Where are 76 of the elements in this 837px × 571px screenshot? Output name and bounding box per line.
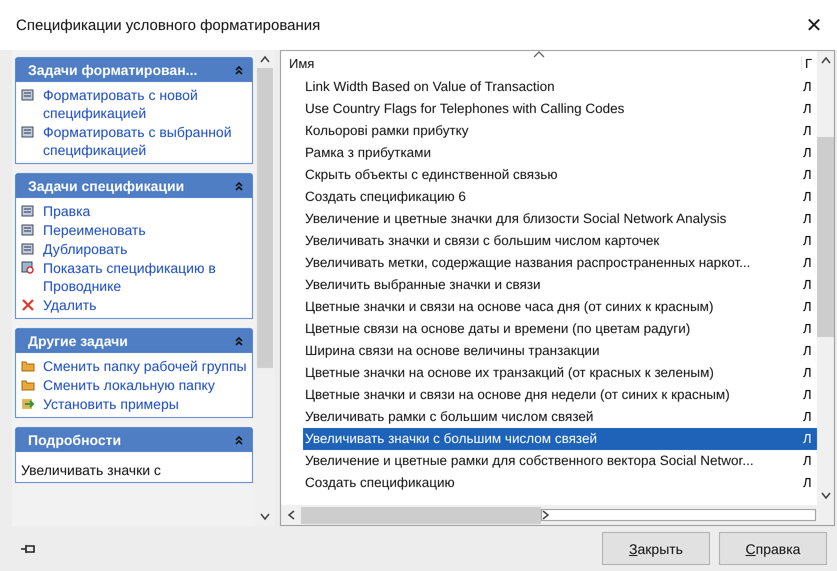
list-item[interactable]: Увеличивать рамки с большим числом связей: [281, 406, 802, 428]
pane-title: Другие задачи: [28, 333, 128, 349]
list-item[interactable]: Увеличивать метки, содержащие названия распространенных наркот...: [281, 252, 802, 274]
list-item[interactable]: Скрыть объекты с единственной связью: [281, 164, 802, 186]
task-link[interactable]: Переименовать: [43, 221, 146, 239]
document-icon: [21, 125, 35, 139]
table-cell-text: Л: [802, 210, 813, 228]
pane-title: Задачи спецификации: [28, 178, 184, 194]
table-cell-text: Л: [802, 342, 813, 360]
folder-icon: [21, 378, 35, 392]
table-cell-text: Л: [802, 144, 813, 162]
document-icon: [21, 223, 35, 237]
collapse-icon[interactable]: [234, 435, 244, 445]
list-item[interactable]: Ширина связи на основе величины транзакции: [281, 340, 802, 362]
document-icon: [21, 88, 35, 102]
window-title: Спецификации условного форматирования: [16, 16, 320, 34]
table-cell-text: Л: [802, 298, 813, 316]
table-cell-text: Л: [802, 474, 813, 492]
column-header[interactable]: Имя: [281, 56, 801, 70]
magnifier-icon: [21, 261, 35, 275]
task-link[interactable]: Форматировать с выбранной спецификацией: [43, 123, 248, 159]
list-item[interactable]: Цветные значки и связи на основе часа дня (от синих к красным): [281, 296, 802, 318]
task-link[interactable]: Удалить: [43, 296, 96, 314]
table-cell-text: Л: [802, 232, 813, 250]
list-item[interactable]: Use Country Flags for Telephones with Calling Codes: [281, 98, 802, 120]
table-cell-text: Л: [802, 166, 813, 184]
table-cell-text: Л: [802, 386, 813, 404]
task-link[interactable]: Сменить локальную папку: [43, 376, 215, 394]
table-cell-text: Л: [802, 78, 813, 96]
list-item[interactable]: Увеличивать значки и связи с большим числом карточек: [281, 230, 802, 252]
list-item[interactable]: Цветные значки и связи на основе дня недели (от синих к красным): [281, 384, 802, 406]
table-cell-text: Л: [802, 100, 813, 118]
close-button[interactable]: ✕: [791, 5, 837, 45]
table-cell-text: Л: [802, 452, 813, 470]
table-cell: Л: [802, 428, 817, 450]
list-item[interactable]: Link Width Based on Value of Transaction: [281, 76, 802, 98]
list-item[interactable]: Увеличение и цветные значки для близости Social Network Analysis: [281, 208, 802, 230]
dialog-button[interactable]: Справка: [719, 532, 827, 565]
list-item[interactable]: Увеличить выбранные значки и связи: [281, 274, 802, 296]
pin-icon[interactable]: [20, 542, 36, 554]
collapse-icon[interactable]: [234, 181, 244, 191]
list-item[interactable]: Создать спецификацию 6: [281, 186, 802, 208]
list-item[interactable]: Цветные значки на основе их транзакций (от красных к зеленым): [281, 362, 802, 384]
folder-icon: [21, 359, 35, 373]
list-item[interactable]: Рамка з прибутками: [281, 142, 802, 164]
scrollbar[interactable]: [817, 51, 834, 505]
pane-title: Подробности: [28, 432, 122, 448]
list-item[interactable]: Цветные связи на основе даты и времени (по цветам радуги): [281, 318, 802, 340]
task-link[interactable]: Показать спецификацию в Проводнике: [43, 259, 248, 295]
list-item[interactable]: Увеличение и цветные рамки для собственного вектора Social Networ...: [281, 450, 802, 472]
pane-title: Задачи форматирован...: [28, 62, 198, 78]
document-icon: [21, 242, 35, 256]
scrollbar[interactable]: [281, 505, 834, 525]
table-cell-text: Л: [802, 122, 813, 140]
details-text: Увеличивать значки с: [21, 461, 162, 478]
sort-icon: [533, 51, 545, 58]
task-link[interactable]: Форматировать с новой спецификацией: [43, 86, 248, 122]
arrow-icon: [21, 397, 35, 411]
table-cell-text: Л: [802, 408, 813, 426]
task-link[interactable]: Правка: [43, 202, 90, 220]
table-cell-text: Л: [802, 320, 813, 338]
table-cell-text: Л: [802, 276, 813, 294]
document-icon: [21, 204, 35, 218]
list-item[interactable]: Кольорові рамки прибутку: [281, 120, 802, 142]
table-cell-text: Л: [802, 364, 813, 382]
table-cell-text: Л: [802, 188, 813, 206]
task-link[interactable]: Дублировать: [43, 240, 128, 258]
task-link[interactable]: Установить примеры: [43, 395, 179, 413]
list-item[interactable]: Создать спецификацию: [281, 472, 802, 494]
task-link[interactable]: Сменить папку рабочей группы: [43, 357, 247, 375]
dialog-button[interactable]: Закрыть: [602, 532, 710, 565]
table-cell-text: Л: [802, 254, 813, 272]
collapse-icon[interactable]: [234, 65, 244, 75]
list-item[interactable]: Увеличивать значки с большим числом связей: [303, 428, 802, 450]
collapse-icon[interactable]: [234, 336, 244, 346]
delete-icon: [21, 298, 35, 312]
